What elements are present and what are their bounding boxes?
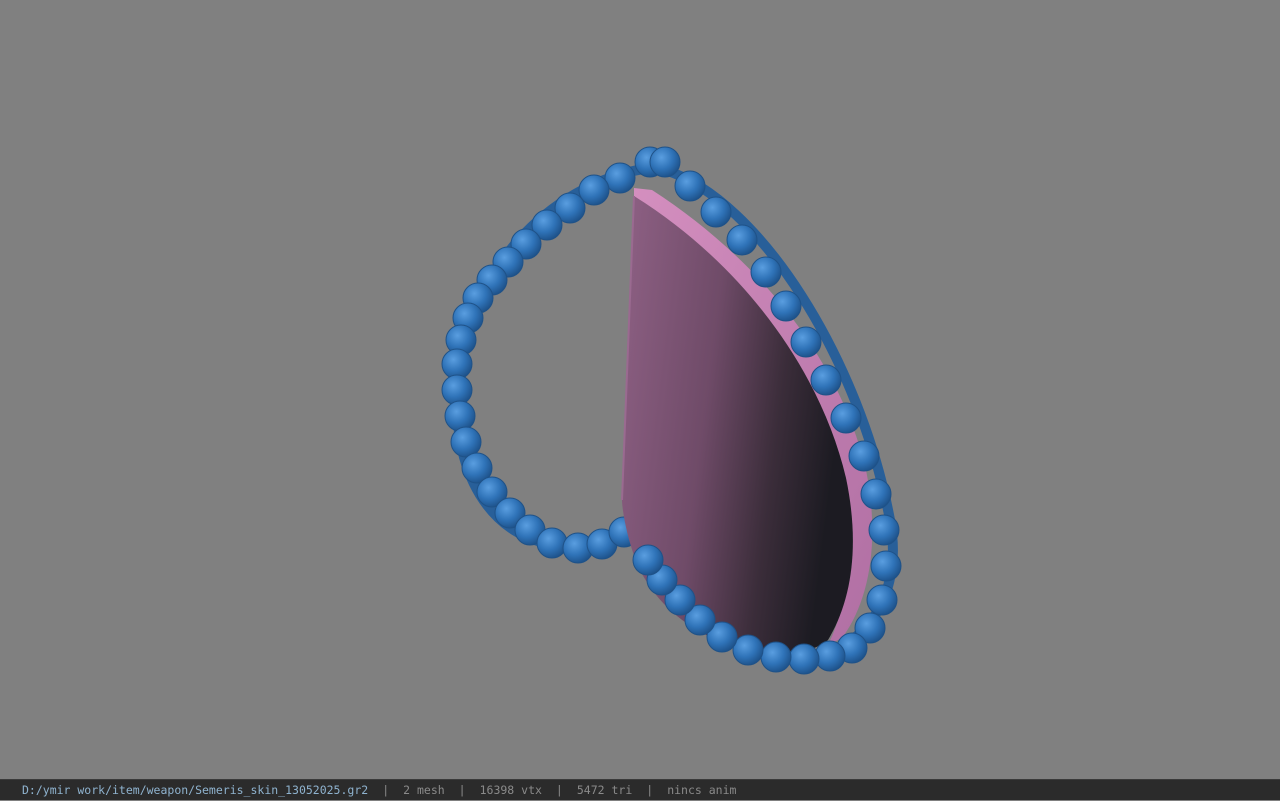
bead [450,426,482,458]
bead [444,400,476,432]
bead [860,478,892,510]
bead [814,640,846,672]
bead [732,634,764,666]
triangle-count: 5472 tri [576,783,633,797]
separator: | [458,783,466,797]
bead [848,440,880,472]
bead [788,643,820,675]
bead [632,544,664,576]
bead [760,641,792,673]
bead [726,224,758,256]
bead [649,146,681,178]
separator: | [646,783,654,797]
separator: | [382,783,390,797]
bead [870,550,902,582]
bead [700,196,732,228]
bead [830,402,862,434]
model-render [441,146,902,675]
bead [536,527,568,559]
separator: | [555,783,563,797]
bead [750,256,782,288]
bead [674,170,706,202]
bead [790,326,822,358]
file-path: D:/ymir work/item/weapon/Semeris_skin_13… [22,783,369,797]
mesh-count: 2 mesh [403,783,445,797]
vertex-count: 16398 vtx [479,783,542,797]
3d-viewport[interactable] [0,0,1280,779]
bead [868,514,900,546]
bead [810,364,842,396]
bead [604,162,636,194]
bead [770,290,802,322]
bead [441,374,473,406]
animation-status: nincs anim [667,783,737,797]
bead [866,584,898,616]
status-bar: D:/ymir work/item/weapon/Semeris_skin_13… [0,779,1280,800]
